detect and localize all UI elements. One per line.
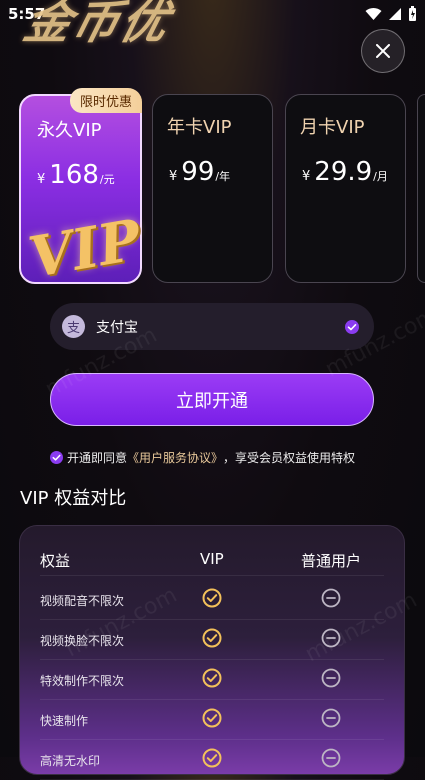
benefits-header: 权益 VIP 普通用户 — [20, 550, 404, 576]
plan-list: 限时优惠 永久VIP ¥ 168 /元 VIP 年卡VIP ¥ 99 /年 月卡… — [0, 88, 425, 291]
header-benefit: 权益 — [40, 552, 71, 570]
user-agreement-link[interactable]: 《用户服务协议》 — [127, 449, 223, 466]
plan-name: 年卡VIP — [167, 117, 232, 138]
hero-lettering: 金币优 — [18, 0, 176, 49]
check-icon — [202, 588, 222, 612]
agreement-suffix: ，享受会员权益使用特权 — [223, 451, 356, 465]
plan-price: ¥ 168 /元 — [37, 160, 115, 190]
price-currency: ¥ — [37, 172, 46, 187]
check-icon — [202, 748, 222, 772]
price-value: 99 — [181, 157, 215, 187]
benefit-label: 特效制作不限次 — [40, 674, 125, 688]
alipay-icon: 支 — [62, 315, 85, 338]
plan-card-partial[interactable] — [417, 94, 425, 283]
table-row: 快速制作 — [20, 700, 404, 740]
header-normal-user: 普通用户 — [301, 552, 362, 570]
price-unit: /月 — [373, 170, 388, 183]
payment-method-alipay[interactable]: 支 支付宝 — [50, 303, 374, 350]
benefit-label: 视频配音不限次 — [40, 594, 125, 608]
price-value: 168 — [49, 160, 99, 190]
table-row: 高清无水印 — [20, 740, 404, 780]
benefits-title: VIP 权益对比 — [20, 488, 127, 509]
price-unit: /年 — [215, 170, 231, 183]
divider — [40, 575, 384, 576]
header-vip: VIP — [200, 550, 224, 568]
plan-name: 月卡VIP — [300, 117, 365, 138]
subscribe-button[interactable]: 立即开通 — [50, 373, 374, 426]
price-currency: ¥ — [169, 169, 178, 184]
signal-icon — [389, 8, 401, 20]
agreement-prefix: 开通即同意 — [67, 451, 128, 465]
benefit-label: 高清无水印 — [40, 754, 101, 768]
minus-circle-icon — [321, 708, 341, 732]
vip-art-decoration: VIP — [24, 206, 146, 292]
check-circle-icon — [345, 320, 359, 334]
plan-price: ¥ 99 /年 — [169, 157, 230, 187]
price-value: 29.9 — [314, 157, 373, 187]
plan-name: 永久VIP — [37, 120, 102, 141]
check-icon — [202, 668, 222, 692]
wifi-icon — [365, 7, 382, 21]
minus-circle-icon — [321, 748, 341, 772]
agreement-row: 开通即同意 《用户服务协议》 ，享受会员权益使用特权 — [50, 449, 355, 466]
minus-circle-icon — [321, 668, 341, 692]
status-icons — [365, 6, 417, 22]
price-unit: /元 — [99, 173, 115, 186]
battery-icon — [409, 6, 416, 21]
agreement-checkbox-icon[interactable] — [50, 451, 63, 464]
close-icon — [376, 44, 390, 58]
minus-circle-icon — [321, 588, 341, 612]
table-row: 视频配音不限次 — [20, 580, 404, 620]
plan-card-monthly[interactable]: 月卡VIP ¥ 29.9 /月 — [285, 94, 406, 283]
close-button[interactable] — [361, 29, 405, 73]
table-row: 特效制作不限次 — [20, 660, 404, 700]
plan-price: ¥ 29.9 /月 — [302, 157, 388, 187]
plan-card-yearly[interactable]: 年卡VIP ¥ 99 /年 — [152, 94, 273, 283]
plan-card-lifetime[interactable]: 限时优惠 永久VIP ¥ 168 /元 VIP — [19, 88, 146, 291]
price-currency: ¥ — [302, 169, 311, 184]
check-icon — [202, 708, 222, 732]
plan-badge: 限时优惠 — [69, 88, 142, 113]
check-icon — [202, 628, 222, 652]
benefit-label: 快速制作 — [40, 714, 89, 728]
